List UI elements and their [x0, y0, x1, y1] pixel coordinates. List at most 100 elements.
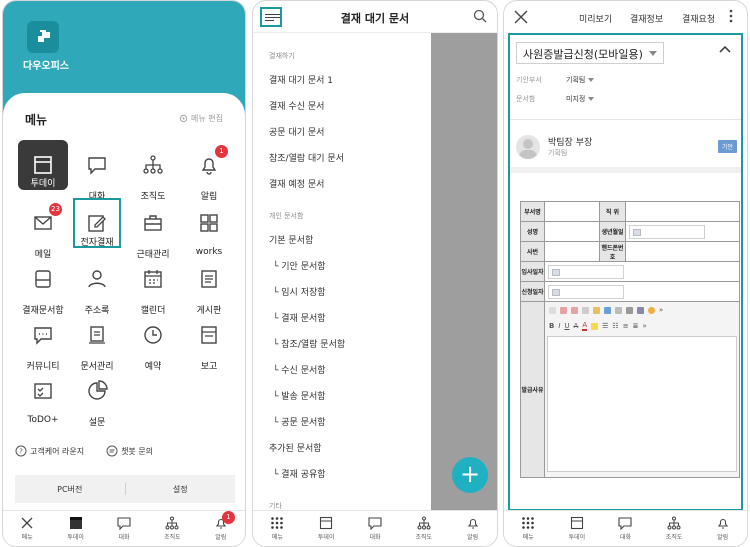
table-icon[interactable] [637, 306, 644, 314]
dept-cell[interactable] [544, 201, 600, 222]
menu-item-survey[interactable]: 설문 [69, 367, 125, 428]
request-approval-button[interactable]: 결재요청 [682, 12, 715, 25]
strikethrough-icon[interactable]: A [574, 322, 579, 330]
add-document-button[interactable]: + [452, 457, 488, 493]
settings-button[interactable]: 설정 [126, 475, 236, 503]
nav-item-scheduled[interactable]: 결재 예정 문서 [269, 177, 324, 190]
tab-menu[interactable]: 메뉴 [504, 511, 553, 546]
find-icon[interactable] [604, 306, 611, 314]
menu-item-approval-box[interactable]: 결재문서함 [15, 255, 71, 316]
redo-icon[interactable] [571, 306, 578, 314]
font-color-icon[interactable]: A [582, 321, 588, 331]
menu-item-works[interactable]: works [181, 199, 237, 257]
more-tools-icon[interactable]: » [659, 306, 663, 314]
new-doc-icon[interactable] [549, 306, 556, 314]
preview-button[interactable]: 미리보기 [579, 12, 612, 25]
menu-item-today[interactable]: 투데이 [15, 140, 71, 202]
dimmed-overlay[interactable] [431, 33, 497, 513]
chat-icon [88, 157, 106, 175]
menu-item-address[interactable]: 주소록 [69, 255, 125, 316]
pc-version-button[interactable]: PC버전 [15, 475, 125, 503]
name-cell[interactable] [544, 221, 600, 242]
highlight-icon[interactable] [591, 322, 599, 330]
tab-today[interactable]: 투데이 [302, 511, 351, 546]
nav-item-draft-box[interactable]: └ 기안 문서함 [273, 259, 326, 272]
menu-item-alarm[interactable]: 1 알림 [181, 141, 237, 202]
search-icon[interactable] [473, 9, 487, 23]
menu-item-approval[interactable]: 전자결재 [69, 198, 125, 260]
tab-chat[interactable]: 대화 [601, 511, 650, 546]
chevron-up-icon[interactable] [719, 45, 731, 53]
emp-no-cell[interactable] [544, 241, 600, 262]
menu-item-attendance[interactable]: 근태관리 [125, 199, 181, 260]
position-cell[interactable] [625, 201, 740, 222]
more-tools-icon[interactable]: » [642, 322, 646, 330]
tab-menu[interactable]: 메뉴 [3, 511, 51, 546]
menu-item-mail[interactable]: 23 메일 [15, 199, 71, 260]
align-justify-icon[interactable]: ≣ [633, 322, 639, 330]
nav-item-shared-box[interactable]: └ 결재 공유함 [273, 467, 326, 480]
tab-alarm[interactable]: 알림 1 [197, 511, 245, 546]
approver-dept: 기획팀 [548, 149, 568, 157]
nav-item-official-waiting[interactable]: 공문 대기 문서 [269, 125, 324, 138]
bold-icon[interactable]: B [549, 322, 554, 330]
more-vertical-icon[interactable] [729, 9, 733, 23]
align-left-icon[interactable]: ≡ [623, 322, 629, 330]
underline-icon[interactable]: U [564, 322, 569, 330]
nav-item-waiting[interactable]: 결재 대기 문서 1 [269, 73, 333, 86]
menu-item-label: 예약 [144, 362, 162, 372]
tab-org[interactable]: 조직도 [399, 511, 448, 546]
nav-item-reference-waiting[interactable]: 참조/열람 대기 문서 [269, 151, 344, 164]
tab-menu[interactable]: 메뉴 [253, 511, 302, 546]
paste-icon[interactable] [593, 306, 600, 314]
form-type-select[interactable]: 사원증발급신청(모바일용) [516, 42, 664, 64]
menu-item-calendar[interactable]: 캘린더 [125, 255, 181, 316]
docbox-select[interactable]: 미지정 [566, 94, 595, 104]
bullet-list-icon[interactable]: ☷ [612, 322, 618, 330]
tab-alarm[interactable]: 알림 [698, 511, 747, 546]
menu-item-report[interactable]: 보고 [181, 311, 237, 372]
customer-care-link[interactable]: ? 고객케어 라운지 [15, 445, 84, 457]
approval-info-button[interactable]: 결재정보 [630, 12, 663, 25]
nav-item-official-box[interactable]: └ 공문 문서함 [273, 415, 326, 428]
nav-item-reference-box[interactable]: └ 참조/열람 문서함 [273, 337, 345, 350]
chatbot-link[interactable]: 챗봇 문의 [106, 445, 153, 457]
nav-item-approved-box[interactable]: └ 결재 문서함 [273, 311, 326, 324]
nav-item-temp-box[interactable]: └ 임시 저장함 [273, 285, 326, 298]
nav-item-added-box[interactable]: 추가된 문서함 [269, 441, 322, 454]
special-char-icon[interactable] [615, 306, 622, 314]
dept-select[interactable]: 기획팀 [566, 75, 595, 85]
tab-chat[interactable]: 대화 [351, 511, 400, 546]
undo-icon[interactable] [560, 306, 567, 314]
tab-org[interactable]: 조직도 [650, 511, 699, 546]
birth-date-input[interactable] [629, 224, 705, 239]
nav-item-received[interactable]: 결재 수신 문서 [269, 99, 324, 112]
nav-item-send-box[interactable]: └ 발송 문서함 [273, 389, 326, 402]
menu-item-reservation[interactable]: 예약 [125, 311, 181, 372]
menu-item-todo[interactable]: ToDO+ [15, 367, 71, 425]
join-date-input[interactable] [548, 264, 624, 279]
menu-item-board[interactable]: 게시판 [181, 255, 237, 316]
tab-today[interactable]: 투데이 [553, 511, 602, 546]
italic-icon[interactable]: I [558, 322, 560, 330]
copy-icon[interactable] [582, 306, 589, 314]
menu-item-community[interactable]: 커뮤니티 [15, 311, 71, 372]
menu-item-chat[interactable]: 대화 [69, 141, 125, 202]
menu-item-docs[interactable]: 문서관리 [69, 311, 125, 372]
tab-label: 알림 [467, 534, 479, 541]
line-icon[interactable] [626, 306, 633, 314]
close-icon[interactable] [514, 10, 528, 24]
emoji-icon[interactable] [648, 306, 655, 314]
numbered-list-icon[interactable]: ☰ [602, 322, 608, 330]
tab-org[interactable]: 조직도 [148, 511, 196, 546]
tab-today[interactable]: 투데이 [51, 511, 99, 546]
menu-item-org[interactable]: 조직도 [125, 141, 181, 202]
nav-item-basic-box[interactable]: 기본 문서함 [269, 233, 313, 246]
phone-cell[interactable] [625, 241, 740, 262]
reason-text-area[interactable] [547, 336, 737, 472]
tab-alarm[interactable]: 알림 [448, 511, 497, 546]
menu-edit-button[interactable]: 메뉴 편집 [179, 113, 223, 124]
apply-date-input[interactable] [548, 284, 624, 299]
tab-chat[interactable]: 대화 [100, 511, 148, 546]
nav-item-receive-box[interactable]: └ 수신 문서함 [273, 363, 326, 376]
